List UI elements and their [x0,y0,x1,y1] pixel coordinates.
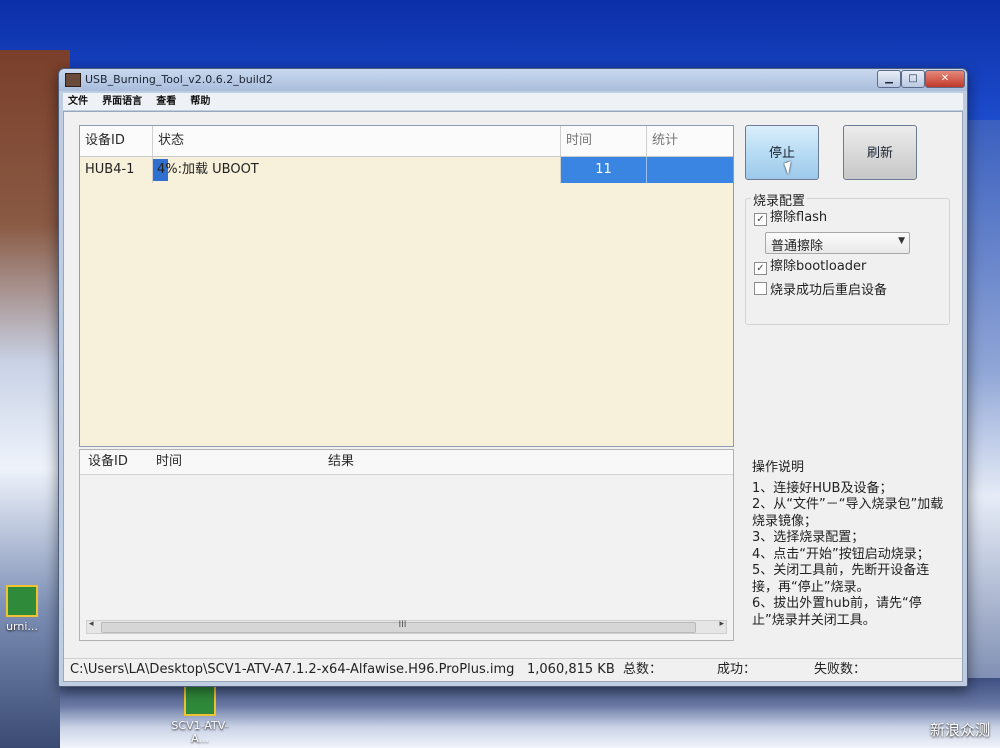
menu-file[interactable]: 文件 [63,93,93,110]
scroll-grip: III [398,620,407,630]
erase-mode-value: 普通擦除 [771,239,824,254]
erase-mode-select[interactable]: 普通擦除 ▼ [765,232,910,254]
desktop-icon-image-file[interactable]: SCV1-ATV-A... [165,684,235,745]
menu-language[interactable]: 界面语言 [97,93,147,110]
menu-help[interactable]: 帮助 [185,93,215,110]
success-count-label: 成功： [717,662,757,677]
close-button[interactable]: ✕ [925,70,965,88]
stat-cell [647,157,733,183]
scroll-left-icon[interactable]: ◂ [89,619,94,629]
title-bar[interactable]: USB_Burning_Tool_v2.0.6.2_build2 ▁ □ ✕ [59,69,967,91]
time-cell: 11 [561,157,647,183]
instructions-panel: 操作说明 1、连接好HUB及设备； 2、从“文件”－“导入烧录包”加载烧录镜像；… [752,460,952,629]
log-col-device-id[interactable]: 设备ID [88,450,128,474]
erase-flash-option[interactable]: ✓ 擦除flash [754,210,827,226]
table-row[interactable]: HUB4-1 4%:加载 UBOOT 11 [80,157,733,183]
status-cell: 4%:加载 UBOOT [153,157,561,183]
burning-tool-window: USB_Burning_Tool_v2.0.6.2_build2 ▁ □ ✕ 文… [58,68,968,687]
erase-flash-label: 擦除flash [770,210,828,225]
horizontal-scrollbar[interactable]: ◂ III ▸ [86,619,727,634]
fail-count-label: 失败数： [814,662,867,677]
menu-view[interactable]: 查看 [151,93,181,110]
reboot-after-label: 烧录成功后重启设备 [770,283,888,298]
status-bar: C:\Users\LA\Desktop\SCV1-ATV-A7.1.2-x64-… [64,658,962,681]
status-text: 4%:加载 UBOOT [157,162,259,177]
reboot-after-checkbox[interactable] [754,282,767,295]
instruction-step: 4、点击“开始”按钮启动烧录； [752,546,930,562]
instruction-step: 1、连接好HUB及设备； [752,480,893,496]
device-table: 设备ID 状态 时间 统计 HUB4-1 4%:加载 UBOOT 11 [79,125,734,447]
image-file-icon [184,684,216,716]
minimize-button[interactable]: ▁ [877,70,901,88]
instruction-step: 5、关闭工具前，先断开设备连接，再“停止”烧录。 [752,563,930,595]
log-table-header: 设备ID 时间 结果 [80,450,733,475]
stop-button[interactable]: 停止 [745,125,819,180]
menu-bar: 文件 界面语言 查看 帮助 [63,93,963,110]
instructions-title: 操作说明 [752,460,805,475]
col-device-id[interactable]: 设备ID [80,126,153,156]
scroll-right-icon[interactable]: ▸ [719,619,724,629]
scroll-thumb[interactable]: III [101,620,696,633]
log-col-result[interactable]: 结果 [328,450,354,474]
result-log-table: 设备ID 时间 结果 ◂ III ▸ [79,449,734,641]
log-col-time[interactable]: 时间 [156,450,182,474]
instruction-step: 6、拔出外置hub前，请先“停止”烧录并关闭工具。 [752,596,922,628]
device-table-header: 设备ID 状态 时间 统计 [80,126,733,157]
app-icon [65,73,81,87]
client-area: 设备ID 状态 时间 统计 HUB4-1 4%:加载 UBOOT 11 设备ID… [63,111,963,682]
instruction-step: 2、从“文件”－“导入烧录包”加载烧录镜像； [752,497,944,529]
desktop-icon-image-label: SCV1-ATV-A... [171,719,229,745]
chevron-down-icon: ▼ [898,236,905,246]
desktop-icon-left-label: urni... [6,620,38,633]
desktop-icon-left[interactable]: urni... [0,585,52,633]
col-time[interactable]: 时间 [561,126,647,156]
image-path: C:\Users\LA\Desktop\SCV1-ATV-A7.1.2-x64-… [70,662,515,677]
reboot-after-option[interactable]: 烧录成功后重启设备 [754,282,887,299]
device-id-cell: HUB4-1 [80,157,153,183]
maximize-button[interactable]: □ [901,70,925,88]
erase-bootloader-option[interactable]: ✓ 擦除bootloader [754,259,866,275]
refresh-button[interactable]: 刷新 [843,125,917,180]
erase-bootloader-label: 擦除bootloader [770,259,867,274]
image-size: 1,060,815 KB [527,662,615,677]
window-title: USB_Burning_Tool_v2.0.6.2_build2 [85,73,273,86]
erase-bootloader-checkbox[interactable]: ✓ [754,262,767,275]
app-shortcut-icon [6,585,38,617]
total-count-label: 总数： [623,662,663,677]
instruction-step: 3、选择烧录配置； [752,530,865,545]
burn-config-title: 烧录配置 [751,190,808,209]
col-status[interactable]: 状态 [153,126,561,156]
erase-flash-checkbox[interactable]: ✓ [754,213,767,226]
watermark: 新浪众测 [929,721,990,739]
col-stat[interactable]: 统计 [647,126,733,156]
